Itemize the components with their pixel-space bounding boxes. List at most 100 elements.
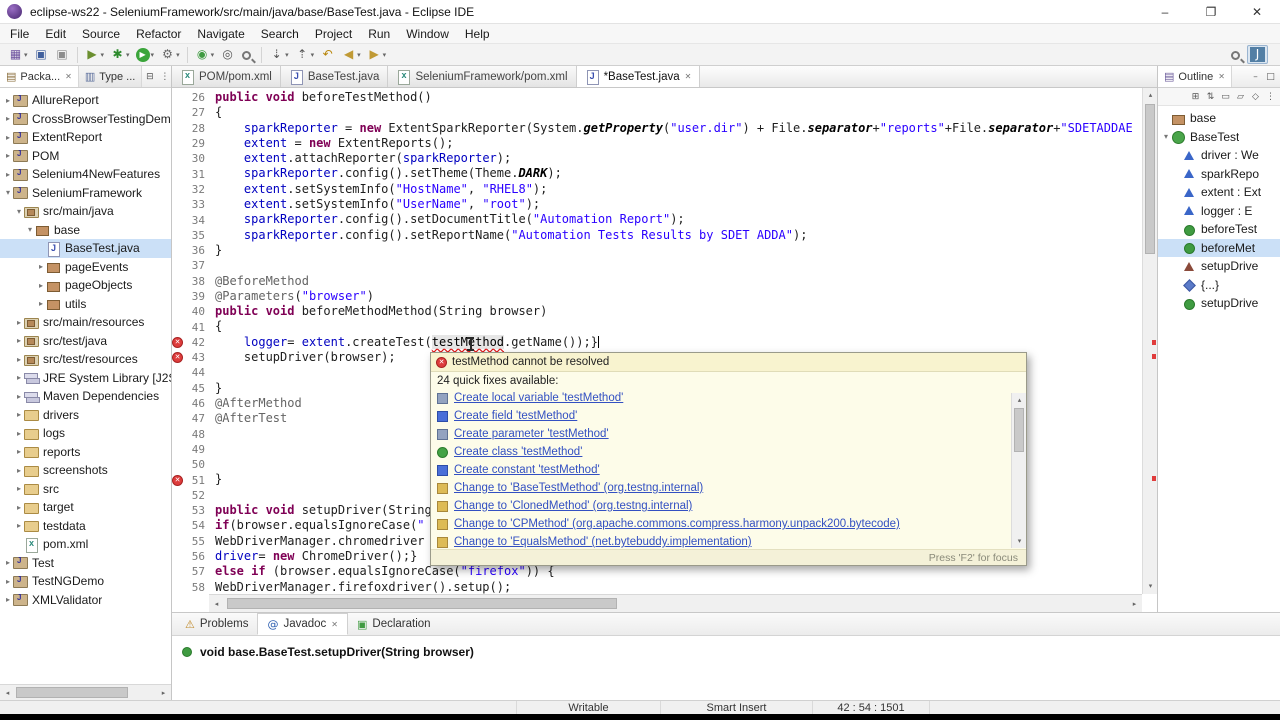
menu-navigate[interactable]: Navigate	[189, 24, 252, 43]
dropdown-arrow-icon[interactable]: ▾	[176, 51, 180, 59]
code-line-42[interactable]: logger= extent.createTest(testMethod.get…	[215, 334, 1142, 350]
code-line-39[interactable]: @Parameters("browser")	[215, 289, 1142, 304]
next-annotation-icon[interactable]: ⇣ ▾	[267, 45, 291, 64]
hide-non-public-icon[interactable]: ◇	[1248, 92, 1263, 102]
quickfix-item-change-to-equalsmethod-net-bytebuddy-implementation[interactable]: Change to 'EqualsMethod' (net.bytebuddy.…	[437, 533, 1026, 549]
expand-arrow-icon[interactable]: ▸	[14, 336, 24, 345]
menu-run[interactable]: Run	[360, 24, 398, 43]
expand-arrow-icon[interactable]: ▸	[14, 503, 24, 512]
sort-icon[interactable]: ⇅	[1203, 92, 1218, 102]
menu-refactor[interactable]: Refactor	[128, 24, 189, 43]
hide-fields-icon[interactable]: ▭	[1218, 92, 1233, 102]
maximize-window-button[interactable]: ❐	[1188, 0, 1234, 23]
expand-all-icon[interactable]: ⊞	[1188, 92, 1203, 102]
expand-arrow-icon[interactable]: ▸	[3, 114, 13, 123]
tab-packa[interactable]: ▤ Packa... ✕	[0, 66, 79, 87]
tree-item-crossbrowsertestingdemo[interactable]: ▸ CrossBrowserTestingDemo	[0, 110, 171, 129]
maximize-panel-icon[interactable]: □	[1263, 72, 1278, 82]
last-edit-location-icon[interactable]: ↶	[318, 45, 337, 64]
view-menu-icon[interactable]: ⋮	[157, 72, 172, 82]
quickfix-item-create-field-testmethod[interactable]: Create field 'testMethod'	[437, 407, 1026, 425]
tree-item-basetest-java[interactable]: BaseTest.java	[0, 239, 171, 258]
menu-project[interactable]: Project	[307, 24, 360, 43]
hide-static-members-icon[interactable]: ▱	[1233, 92, 1248, 102]
code-line-40[interactable]: public void beforeMethodMethod(String br…	[215, 304, 1142, 319]
code-line-32[interactable]: extent.setSystemInfo("HostName", "RHEL8"…	[215, 182, 1142, 197]
expand-arrow-icon[interactable]: ▸	[14, 521, 24, 530]
coverage-icon[interactable]: ▶ ▾	[83, 45, 107, 64]
quickfix-item-change-to-cpmethod-org-apache-commons-compress-harmony-unpack200-bytecode[interactable]: Change to 'CPMethod' (org.apache.commons…	[437, 515, 1026, 533]
tree-item-pageobjects[interactable]: ▸ pageObjects	[0, 276, 171, 295]
tree-item-basetest[interactable]: ▾ BaseTest	[1158, 128, 1280, 147]
tab-problems[interactable]: ⚠ Problems	[176, 613, 257, 635]
tab-type[interactable]: ▥ Type ...	[78, 66, 143, 87]
tab-javadoc[interactable]: @ Javadoc ✕	[257, 613, 348, 635]
tree-item-setupdrive[interactable]: setupDrive	[1158, 257, 1280, 276]
expand-arrow-icon[interactable]: ▸	[3, 133, 13, 142]
tree-item-xmlvalidator[interactable]: ▸ XMLValidator	[0, 591, 171, 610]
tree-item-beforetest[interactable]: beforeTest	[1158, 220, 1280, 239]
expand-arrow-icon[interactable]: ▸	[14, 466, 24, 475]
tree-item-driver-we[interactable]: driver : We	[1158, 146, 1280, 165]
code-line-38[interactable]: @BeforeMethod	[215, 274, 1142, 289]
dropdown-arrow-icon[interactable]: ▾	[211, 51, 215, 59]
expand-arrow-icon[interactable]: ▸	[36, 299, 46, 308]
error-marker-icon[interactable]: ✕	[172, 352, 183, 364]
dropdown-arrow-icon[interactable]: ▾	[285, 51, 289, 59]
debug-icon[interactable]: ✱ ▾	[108, 45, 132, 64]
tree-item-base[interactable]: base	[1158, 109, 1280, 128]
view-menu-icon[interactable]: ⋮	[1263, 92, 1278, 102]
expand-arrow-icon[interactable]: ▸	[36, 281, 46, 290]
error-overview-mark[interactable]	[1152, 476, 1156, 481]
expand-arrow-icon[interactable]: ▸	[14, 355, 24, 364]
save-all-icon[interactable]: ▣	[53, 45, 72, 64]
editor-tab-pom-pom-xml[interactable]: POM/pom.xml	[172, 66, 281, 87]
tree-item-testdata[interactable]: ▸ testdata	[0, 517, 171, 536]
tree-item-utils[interactable]: ▸ utils	[0, 295, 171, 314]
tree-item-extent-ext[interactable]: extent : Ext	[1158, 183, 1280, 202]
menu-help[interactable]: Help	[457, 24, 498, 43]
close-window-button[interactable]: ✕	[1234, 0, 1280, 23]
minimize-panel-icon[interactable]: –	[1248, 72, 1263, 82]
tree-item-item[interactable]: {...}	[1158, 276, 1280, 295]
tree-item-src-main-java[interactable]: ▾ src/main/java	[0, 202, 171, 221]
code-line-31[interactable]: sparkReporter.config().setTheme(Theme.DA…	[215, 166, 1142, 181]
scroll-up-button[interactable]: ▴	[1143, 88, 1158, 102]
collapse-arrow-icon[interactable]: ▾	[3, 188, 13, 197]
scrollbar-thumb[interactable]	[1145, 104, 1155, 254]
tree-item-setupdrive[interactable]: setupDrive	[1158, 294, 1280, 313]
minimize-window-button[interactable]: –	[1142, 0, 1188, 23]
dropdown-arrow-icon[interactable]: ▾	[311, 51, 315, 59]
expand-arrow-icon[interactable]: ▸	[3, 151, 13, 160]
scroll-up-button[interactable]: ▴	[1012, 393, 1027, 407]
package-explorer-hscrollbar[interactable]: ◂ ▸	[0, 684, 171, 700]
expand-arrow-icon[interactable]: ▸	[36, 262, 46, 271]
scrollbar-thumb[interactable]	[16, 687, 128, 698]
dropdown-arrow-icon[interactable]: ▾	[101, 51, 105, 59]
tree-item-reports[interactable]: ▸ reports	[0, 443, 171, 462]
dropdown-arrow-icon[interactable]: ▾	[383, 51, 387, 59]
tree-item-jre-system-library-j2se[interactable]: ▸ JRE System Library [J2SE	[0, 369, 171, 388]
expand-arrow-icon[interactable]: ▸	[14, 373, 24, 382]
code-line-29[interactable]: extent = new ExtentReports();	[215, 136, 1142, 151]
quickfix-item-create-constant-testmethod[interactable]: Create constant 'testMethod'	[437, 461, 1026, 479]
scroll-right-button[interactable]: ▸	[1127, 597, 1142, 611]
error-marker-icon[interactable]: ✕	[172, 336, 183, 348]
code-line-37[interactable]	[215, 258, 1142, 273]
editor-hscrollbar[interactable]: ◂ ▸	[209, 594, 1142, 612]
tree-item-base[interactable]: ▾ base	[0, 221, 171, 240]
tree-item-seleniumframework[interactable]: ▾ SeleniumFramework	[0, 184, 171, 203]
collapse-arrow-icon[interactable]: ▾	[1161, 132, 1171, 141]
tree-item-testngdemo[interactable]: ▸ TestNGDemo	[0, 572, 171, 591]
menu-window[interactable]: Window	[398, 24, 457, 43]
dropdown-arrow-icon[interactable]: ▾	[126, 51, 130, 59]
save-icon[interactable]: ▣	[32, 45, 51, 64]
scroll-left-button[interactable]: ◂	[0, 686, 15, 700]
tree-item-beforemet[interactable]: beforeMet	[1158, 238, 1280, 257]
tree-item-pageevents[interactable]: ▸ pageEvents	[0, 258, 171, 277]
tab-outline[interactable]: ▤ Outline ✕	[1158, 66, 1232, 87]
tree-item-src-main-resources[interactable]: ▸ src/main/resources	[0, 313, 171, 332]
code-line-33[interactable]: extent.setSystemInfo("UserName", "root")…	[215, 197, 1142, 212]
tree-item-sparkrepo[interactable]: sparkRepo	[1158, 165, 1280, 184]
code-line-58[interactable]: WebDriverManager.firefoxdriver().setup()…	[215, 580, 1142, 595]
